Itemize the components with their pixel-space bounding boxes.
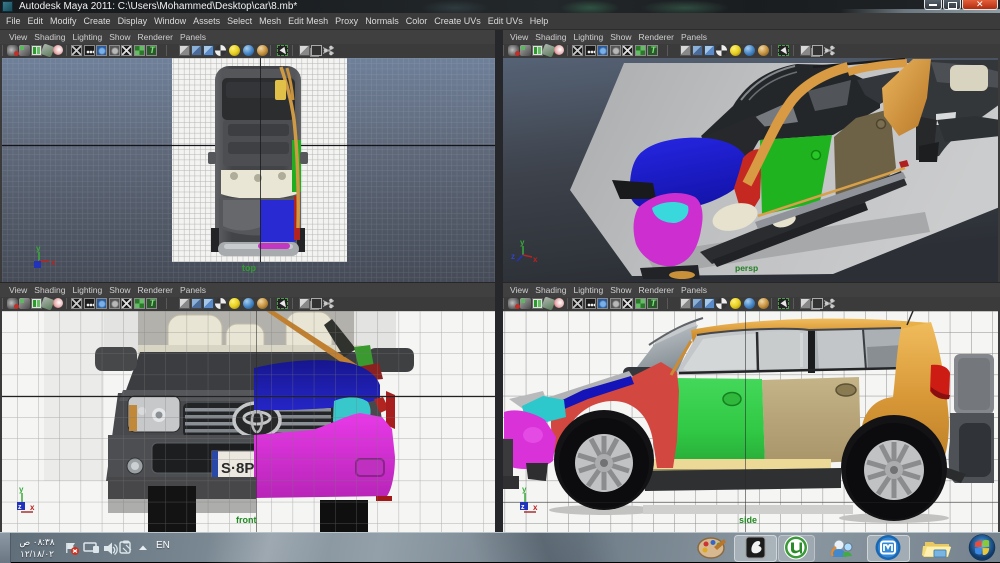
svg-text:y: y [520, 238, 525, 247]
svg-text:z: z [18, 504, 22, 511]
svg-text:y: y [19, 485, 24, 494]
svg-text:front: front [236, 515, 257, 525]
svg-text:z: z [521, 504, 525, 511]
svg-text:z: z [511, 252, 515, 261]
svg-text:x: x [533, 255, 538, 264]
svg-text:y: y [36, 244, 41, 253]
svg-text:x: x [30, 503, 35, 512]
svg-text:x: x [533, 503, 538, 512]
svg-text:x: x [51, 258, 56, 267]
svg-text:side: side [739, 515, 757, 525]
svg-text:y: y [522, 485, 527, 494]
svg-text:top: top [242, 263, 256, 273]
svg-text:persp: persp [735, 263, 758, 273]
